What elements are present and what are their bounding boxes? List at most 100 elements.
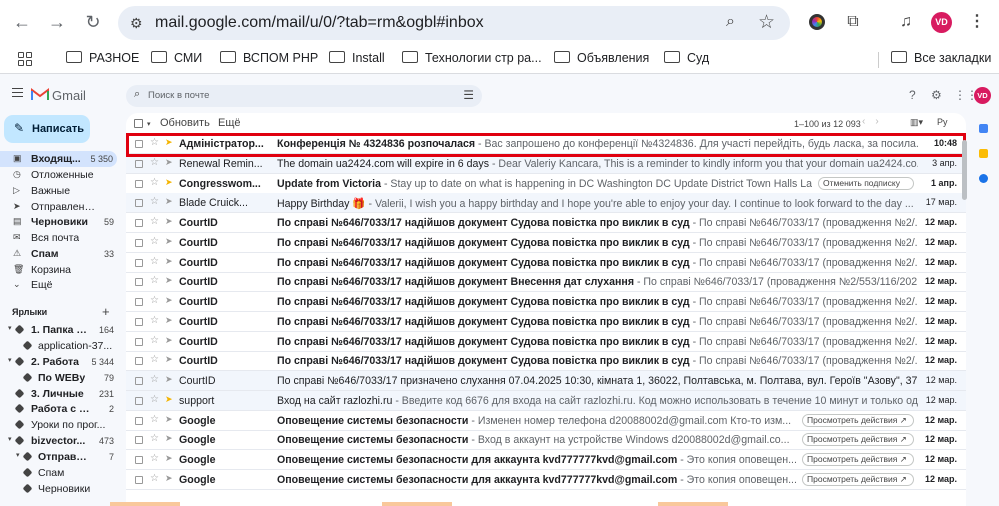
important-marker-icon[interactable]: ➤	[165, 414, 173, 425]
expand-arrow-icon[interactable]: ▾	[8, 356, 12, 364]
action-chip[interactable]: Просмотреть действия ↗	[802, 433, 914, 446]
important-marker-icon[interactable]: ➤	[165, 473, 173, 484]
row-checkbox[interactable]	[135, 476, 143, 484]
scrollbar[interactable]	[962, 140, 967, 200]
apps-grid-icon[interactable]	[18, 52, 32, 66]
action-chip[interactable]: Просмотреть действия ↗	[802, 453, 914, 466]
row-checkbox[interactable]	[135, 357, 143, 365]
address-bar[interactable]: ⚙ mail.google.com/mail/u/0/?tab=rm&ogbl#…	[118, 6, 790, 40]
label-item[interactable]: ▾ 1. Папка м... 164	[0, 322, 118, 338]
refresh-button[interactable]: Обновить	[160, 117, 210, 129]
bookmark-folder[interactable]: Технологии стр ра...	[402, 51, 542, 65]
important-marker-icon[interactable]: ➤	[165, 216, 173, 227]
row-checkbox[interactable]	[135, 180, 143, 188]
important-marker-icon[interactable]: ➤	[165, 354, 173, 365]
star-icon[interactable]: ☆	[150, 394, 159, 405]
important-marker-icon[interactable]: ➤	[165, 374, 173, 385]
row-checkbox[interactable]	[135, 377, 143, 385]
extensions-puzzle-icon[interactable]: ⧉	[842, 11, 864, 33]
label-item[interactable]: ▾ Отправле... 7	[0, 449, 118, 465]
important-marker-icon[interactable]: ➤	[165, 433, 173, 444]
search-input[interactable]: Поиск в почте	[148, 90, 209, 101]
label-item[interactable]: Работа с об... 2	[0, 401, 118, 417]
email-row[interactable]: ☆ ➤ CourtID По справі №646/7033/17 надійшов…	[126, 312, 966, 332]
search-icon[interactable]: ⌕	[134, 88, 140, 101]
important-marker-icon[interactable]: ➤	[165, 275, 173, 286]
all-bookmarks[interactable]: Все закладки	[891, 51, 991, 65]
row-checkbox[interactable]	[135, 298, 143, 306]
url-text[interactable]: mail.google.com/mail/u/0/?tab=rm&ogbl#in…	[155, 14, 484, 32]
label-item[interactable]: application-37...	[0, 338, 118, 354]
keep-icon[interactable]	[979, 149, 988, 158]
bookmark-star-icon[interactable]: ☆	[758, 11, 775, 34]
main-menu-icon[interactable]	[12, 88, 23, 97]
important-marker-icon[interactable]: ➤	[165, 177, 173, 188]
email-row[interactable]: ☆ ➤ CourtID По справі №646/7033/17 призначе…	[126, 371, 966, 391]
label-item[interactable]: ▾ 2. Работа 5 344	[0, 354, 118, 370]
sidebar-item[interactable]: ◷ Отложенные	[0, 167, 118, 183]
label-item[interactable]: Черновики	[0, 481, 118, 497]
email-row[interactable]: ☆ ➤ Blade Cruick... Happy Birthday 🎁 - Vale…	[126, 193, 966, 213]
expand-arrow-icon[interactable]: ▾	[8, 435, 12, 443]
sidebar-item[interactable]: ⌄ Ещё	[0, 277, 118, 293]
important-marker-icon[interactable]: ➤	[165, 196, 173, 207]
sidebar-item[interactable]: 🗑 Корзина	[0, 262, 118, 278]
label-item[interactable]: 3. Личные 231	[0, 386, 118, 402]
star-icon[interactable]: ☆	[150, 335, 159, 346]
more-button[interactable]: Ещё	[218, 117, 241, 129]
row-checkbox[interactable]	[135, 160, 143, 168]
forward-icon[interactable]: →	[45, 10, 69, 34]
add-label-icon[interactable]: +	[102, 304, 110, 319]
gmail-account-avatar[interactable]: VD	[974, 87, 991, 104]
important-marker-icon[interactable]: ➤	[165, 315, 173, 326]
email-row[interactable]: ☆ ➤ Google Оповещение системы безопасности …	[126, 450, 966, 470]
star-icon[interactable]: ☆	[150, 453, 159, 464]
star-icon[interactable]: ☆	[150, 433, 159, 444]
email-row[interactable]: ☆ ➤ Google Оповещение системы безопасности …	[126, 430, 966, 450]
row-checkbox[interactable]	[135, 436, 143, 444]
email-row[interactable]: ☆ ➤ CourtID По справі №646/7033/17 надійшов…	[126, 351, 966, 371]
action-chip[interactable]: Просмотреть действия ↗	[802, 414, 914, 427]
search-options-icon[interactable]: ☰	[463, 88, 474, 102]
bookmark-folder[interactable]: РАЗНОЕ	[66, 51, 139, 65]
star-icon[interactable]: ☆	[150, 374, 159, 385]
email-row[interactable]: ☆ ➤ CourtID По справі №646/7033/17 надійшов…	[126, 272, 966, 292]
email-row[interactable]: ☆ ➤ Google Оповещение системы безопасности …	[126, 411, 966, 431]
star-icon[interactable]: ☆	[150, 315, 159, 326]
sidebar-item[interactable]: ▣ Входящ... 5 350	[0, 151, 117, 167]
input-tools-button[interactable]: Ру	[937, 117, 948, 127]
label-item[interactable]: Уроки по прог...	[0, 417, 118, 433]
star-icon[interactable]: ☆	[150, 275, 159, 286]
row-checkbox[interactable]	[135, 417, 143, 425]
important-marker-icon[interactable]: ➤	[165, 394, 173, 405]
email-row[interactable]: ☆ ➤ CourtID По справі №646/7033/17 надійшов…	[126, 292, 966, 312]
star-icon[interactable]: ☆	[150, 295, 159, 306]
star-icon[interactable]: ☆	[150, 256, 159, 267]
star-icon[interactable]: ☆	[150, 196, 159, 207]
sidebar-item[interactable]: ▤ Черновики 59	[0, 214, 118, 230]
important-marker-icon[interactable]: ➤	[165, 236, 173, 247]
important-marker-icon[interactable]: ➤	[165, 335, 173, 346]
star-icon[interactable]: ☆	[150, 216, 159, 227]
row-checkbox[interactable]	[135, 219, 143, 227]
row-checkbox[interactable]	[135, 318, 143, 326]
important-marker-icon[interactable]: ➤	[165, 453, 173, 464]
help-icon[interactable]: ?	[909, 88, 916, 102]
row-checkbox[interactable]	[135, 456, 143, 464]
split-pane-icon[interactable]: ▥▾	[910, 117, 923, 128]
important-marker-icon[interactable]: ➤	[165, 157, 173, 168]
email-row[interactable]: ☆ ➤ support Вход на сайт razlozhi.ru - Введ…	[126, 391, 966, 411]
email-row[interactable]: ☆ ➤ CourtID По справі №646/7033/17 надійшов…	[126, 332, 966, 352]
email-row[interactable]: ☆ ➤ CourtID По справі №646/7033/17 надійшов…	[126, 213, 966, 233]
zoom-icon[interactable]: ⌕	[726, 13, 735, 31]
bookmark-folder[interactable]: Install	[329, 51, 385, 65]
label-item[interactable]: Спам	[0, 465, 118, 481]
email-row[interactable]: ☆ ➤ Renewal Remin... The domain ua2424.com …	[126, 154, 966, 174]
star-icon[interactable]: ☆	[150, 177, 159, 188]
row-checkbox[interactable]	[135, 259, 143, 267]
row-checkbox[interactable]	[135, 338, 143, 346]
bookmark-folder[interactable]: Суд	[664, 51, 709, 65]
extension-color-icon[interactable]	[806, 11, 828, 33]
bookmark-folder[interactable]: ВСПОМ PHP	[220, 51, 318, 65]
bookmark-folder[interactable]: Объявления	[554, 51, 649, 65]
